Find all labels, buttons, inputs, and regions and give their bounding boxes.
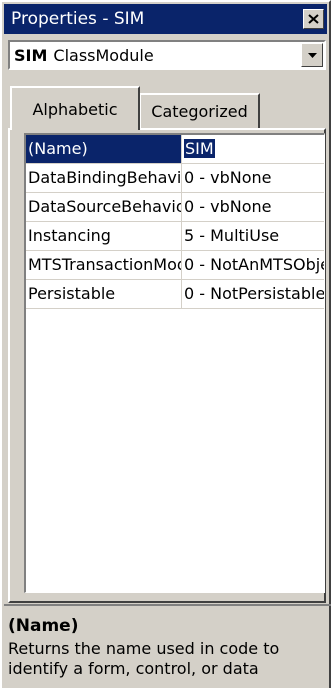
description-splitter[interactable]	[4, 604, 331, 606]
property-value: 0 - vbNone	[184, 197, 272, 216]
property-value-field[interactable]: 0 - vbNone	[182, 164, 324, 192]
tab-label: Alphabetic	[32, 99, 118, 119]
property-name: MTSTransactionMode	[26, 251, 182, 279]
property-row-mtstransactionmode[interactable]: MTSTransactionMode 0 - NotAnMTSObject	[26, 251, 324, 280]
property-name: DataSourceBehavior	[26, 193, 182, 221]
tab-label: Categorized	[151, 102, 248, 121]
property-value: 0 - vbNone	[184, 168, 272, 187]
property-value: 0 - NotPersistable	[184, 284, 324, 303]
window-title: Properties - SIM	[11, 9, 145, 29]
property-name: (Name)	[26, 135, 182, 163]
object-selector-value: SIM ClassModule	[10, 46, 154, 65]
property-value-field[interactable]: 0 - NotPersistable	[182, 280, 324, 308]
property-row-instancing[interactable]: Instancing 5 - MultiUse	[26, 222, 324, 251]
property-name: Instancing	[26, 222, 182, 250]
tab-categorized[interactable]: Categorized	[139, 93, 260, 128]
description-title: (Name)	[8, 616, 79, 636]
object-selector[interactable]: SIM ClassModule	[8, 40, 326, 70]
property-name: DataBindingBehavior	[26, 164, 182, 192]
description-pane: (Name) Returns the name used in code to …	[4, 608, 331, 690]
property-name: Persistable	[26, 280, 182, 308]
close-icon	[308, 14, 319, 24]
property-value: 5 - MultiUse	[184, 226, 280, 245]
tab-alphabetic[interactable]: Alphabetic	[10, 86, 140, 130]
dropdown-button[interactable]	[301, 43, 323, 67]
object-name: SIM	[14, 45, 48, 65]
property-value-field[interactable]: 0 - vbNone	[182, 193, 324, 221]
object-type: ClassModule	[53, 45, 154, 65]
property-row-persistable[interactable]: Persistable 0 - NotPersistable	[26, 280, 324, 309]
chevron-down-icon	[307, 52, 317, 58]
properties-window: Properties - SIM SIM ClassModule Alphabet…	[0, 0, 331, 688]
property-value: SIM	[184, 139, 215, 158]
close-button[interactable]	[303, 9, 324, 29]
property-value-field[interactable]: 0 - NotAnMTSObject	[182, 251, 324, 279]
property-grid: (Name) SIM DataBindingBehavior 0 - vbNon…	[24, 133, 325, 593]
property-row-datasourcebehavior[interactable]: DataSourceBehavior 0 - vbNone	[26, 193, 324, 222]
property-row-name[interactable]: (Name) SIM	[26, 135, 324, 164]
title-bar[interactable]: Properties - SIM	[4, 4, 327, 34]
property-value: 0 - NotAnMTSObject	[184, 255, 324, 274]
property-value-field[interactable]: 5 - MultiUse	[182, 222, 324, 250]
property-value-field[interactable]: SIM	[182, 135, 324, 163]
description-text: Returns the name used in code to identif…	[8, 639, 280, 678]
property-row-databindingbehavior[interactable]: DataBindingBehavior 0 - vbNone	[26, 164, 324, 193]
